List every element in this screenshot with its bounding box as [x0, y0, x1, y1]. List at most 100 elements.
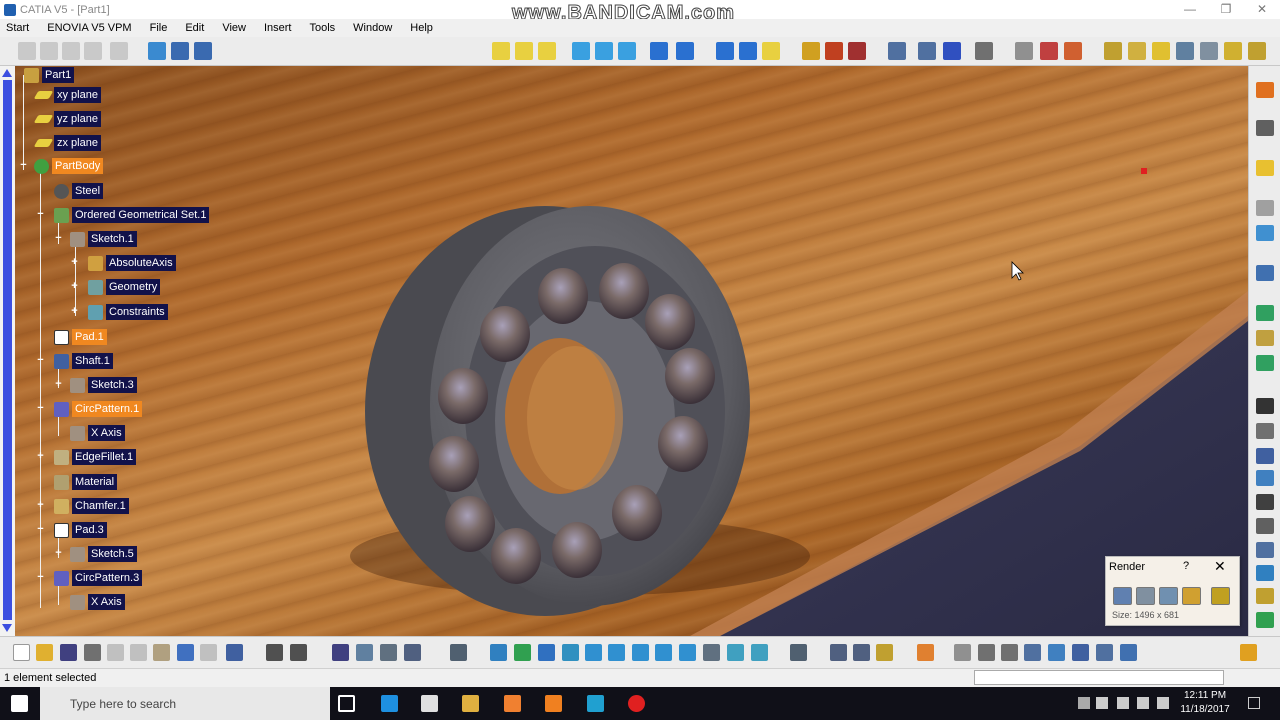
toolbar-icon[interactable]	[538, 42, 556, 60]
toolbar-icon[interactable]	[380, 644, 397, 661]
new-icon[interactable]	[13, 644, 30, 661]
select-icon[interactable]	[1256, 82, 1274, 98]
tree-item-x-axis-1[interactable]: X Axis	[70, 424, 125, 442]
3d-viewport[interactable]	[0, 66, 1248, 636]
tree-item-sketch-5[interactable]: Sketch.5	[70, 545, 137, 563]
toolbar-icon[interactable]	[1064, 42, 1082, 60]
print-icon[interactable]	[84, 644, 101, 661]
zoom-out-icon[interactable]	[608, 644, 625, 661]
toolbar-icon[interactable]	[848, 42, 866, 60]
toolbar-icon[interactable]	[1256, 225, 1274, 241]
menu-window[interactable]: Window	[344, 22, 401, 34]
taskbar-search[interactable]: Type here to search	[40, 687, 330, 720]
toolbar-icon[interactable]	[1176, 42, 1194, 60]
toolbar-icon[interactable]	[1120, 644, 1137, 661]
toolbar-icon[interactable]	[703, 644, 720, 661]
toolbar-icon[interactable]	[1040, 42, 1058, 60]
toolbar-icon[interactable]	[1024, 644, 1041, 661]
toolbar-icon[interactable]	[595, 42, 613, 60]
toolbar-icon[interactable]	[356, 644, 373, 661]
toolbar-icon[interactable]	[148, 42, 166, 60]
tree-item-material[interactable]: Material	[54, 473, 118, 491]
tree-item-circpattern-3[interactable]: CircPattern.3	[54, 569, 143, 587]
toolbar-icon[interactable]	[332, 644, 349, 661]
menu-view[interactable]: View	[213, 22, 255, 34]
menu-start[interactable]: Start	[0, 22, 38, 34]
menu-tools[interactable]: Tools	[300, 22, 344, 34]
tree-item-ordered-geometrical-set[interactable]: Ordered Geometrical Set.1	[54, 206, 210, 224]
toolbar-icon[interactable]	[975, 42, 993, 60]
toolbar-icon[interactable]	[632, 644, 649, 661]
toolbar-icon[interactable]	[1048, 644, 1065, 661]
save-icon[interactable]	[1211, 587, 1230, 605]
toolbar-icon[interactable]	[492, 42, 510, 60]
toolbar-icon[interactable]	[676, 42, 694, 60]
tree-item-pad-1[interactable]: Pad.1	[54, 328, 107, 346]
toolbar-icon[interactable]	[1001, 644, 1018, 661]
toolbar-icon[interactable]	[751, 644, 768, 661]
toolbar-icon[interactable]	[954, 644, 971, 661]
toolbar-icon[interactable]	[1256, 160, 1274, 176]
fit-all-icon[interactable]	[490, 644, 507, 661]
help-button[interactable]: ?	[1183, 560, 1189, 572]
toolbar-icon[interactable]	[978, 644, 995, 661]
toolbar-icon[interactable]	[1256, 612, 1274, 628]
tree-item-partbody[interactable]: PartBody	[34, 157, 104, 175]
expand-icon[interactable]: +	[70, 281, 79, 292]
toolbar-icon[interactable]	[1128, 42, 1146, 60]
tree-item-x-axis-3[interactable]: X Axis	[70, 593, 125, 611]
command-input[interactable]	[974, 670, 1224, 685]
toolbar-icon[interactable]	[171, 42, 189, 60]
minimize-button[interactable]: —	[1172, 0, 1208, 19]
collapse-icon[interactable]: −	[36, 524, 45, 535]
clock[interactable]: 12:11 PM 11/18/2017	[1180, 689, 1230, 717]
toolbar-icon[interactable]	[853, 644, 870, 661]
tree-item-geometry[interactable]: Geometry	[88, 278, 161, 296]
scroll-down-icon[interactable]	[2, 624, 12, 632]
close-button[interactable]: ✕	[1244, 0, 1280, 19]
toolbar-icon[interactable]	[825, 42, 843, 60]
toolbar-icon[interactable]	[790, 644, 807, 661]
expand-icon[interactable]: +	[70, 257, 79, 268]
toolbar-icon[interactable]	[739, 42, 757, 60]
paste-icon[interactable]	[153, 644, 170, 661]
network-icon[interactable]	[1137, 697, 1149, 709]
tree-item-constraints[interactable]: Constraints	[88, 303, 168, 321]
toolbar-icon[interactable]	[1256, 448, 1274, 464]
volume-icon[interactable]	[1096, 697, 1108, 709]
collapse-icon[interactable]: −	[36, 403, 45, 414]
render-icon[interactable]	[1136, 587, 1155, 605]
tree-item-sketch-3[interactable]: Sketch.3	[70, 376, 137, 394]
menu-help[interactable]: Help	[401, 22, 442, 34]
save-icon[interactable]	[60, 644, 77, 661]
toolbar-icon[interactable]	[917, 644, 934, 661]
menu-insert[interactable]: Insert	[255, 22, 301, 34]
menu-enovia[interactable]: ENOVIA V5 VPM	[38, 22, 140, 34]
scrollbar-thumb[interactable]	[3, 80, 12, 620]
render-icon[interactable]	[1113, 587, 1132, 605]
toolbar-icon[interactable]	[572, 42, 590, 60]
catia-taskbar-icon[interactable]	[587, 695, 604, 712]
tree-scrollbar[interactable]	[0, 66, 15, 636]
toolbar-icon[interactable]	[1256, 398, 1274, 414]
toolbar-icon[interactable]	[888, 42, 906, 60]
toolbar-icon[interactable]	[1256, 518, 1274, 534]
toolbar-icon[interactable]	[450, 644, 467, 661]
redo-icon[interactable]	[200, 644, 217, 661]
tree-item-edgefillet-1[interactable]: EdgeFillet.1	[54, 448, 137, 466]
toolbar-icon[interactable]	[194, 42, 212, 60]
toolbar-icon[interactable]	[716, 42, 734, 60]
toolbar-icon[interactable]	[1096, 644, 1113, 661]
toolbar-icon[interactable]	[1256, 470, 1274, 486]
toolbar-icon[interactable]	[515, 42, 533, 60]
toolbar-icon[interactable]	[1072, 644, 1089, 661]
expand-icon[interactable]: +	[54, 379, 63, 390]
toolbar-icon[interactable]	[655, 644, 672, 661]
tree-item-sketch-1[interactable]: Sketch.1	[70, 230, 137, 248]
pan-icon[interactable]	[514, 644, 531, 661]
expand-icon[interactable]: +	[36, 500, 45, 511]
toolbar-icon[interactable]	[1256, 423, 1274, 439]
toolbar-icon[interactable]	[1256, 120, 1274, 136]
toolbar-icon[interactable]	[1256, 588, 1274, 604]
bandicam-icon[interactable]	[628, 695, 645, 712]
